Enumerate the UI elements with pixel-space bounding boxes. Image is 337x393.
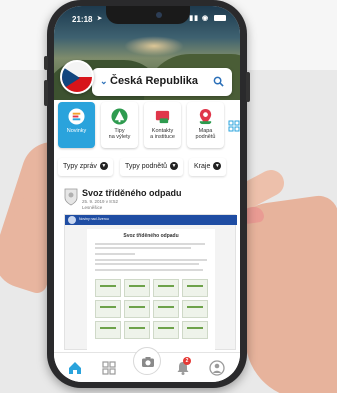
calendar-month [95,279,121,297]
filter-label: Typy podnětů [125,162,168,170]
region-selector[interactable]: ⌄ Česká Republika [92,68,232,96]
phone-screen: 21:18 ➤ ▮▮ ◉ ⌄ Česká Republika Novinky T… [54,6,240,382]
chevron-down-icon: ▼ [213,162,222,170]
post-author: Lesněšice [82,205,103,210]
category-trips[interactable]: Tipy na výlety [101,102,138,148]
category-label: Tipy na výlety [101,128,138,140]
calendar-month [182,279,208,297]
home-icon[interactable] [66,359,84,377]
location-arrow-icon: ➤ [97,16,103,22]
calendar-month [124,300,150,318]
camera-icon [142,357,154,367]
front-camera [156,12,162,18]
chevron-down-icon: ▼ [99,162,108,170]
filter-suggestion-types[interactable]: Typy podnětů ▼ [120,158,184,176]
category-tiles: Novinky Tipy na výlety Kontakty a instit… [58,102,240,148]
doc-page: Svoz tříděného odpadu [87,229,215,351]
filter-message-types[interactable]: Typy zpráv ▼ [58,158,113,176]
calendar-month [182,321,208,339]
calendar-month [182,300,208,318]
battery-icon [214,15,226,22]
calendar-month [95,300,121,318]
doc-text-line [95,269,203,271]
doc-calendar-grid [95,279,208,339]
calendar-month [124,321,150,339]
calendar-month [153,321,179,339]
contacts-icon [155,110,170,124]
post-meta: 25. 9. 2019 v 8:52 Lesněšice [82,199,118,211]
trip-icon [111,108,128,125]
status-icons: ▮▮ ◉ [189,14,226,22]
category-label-line: na výlety [108,134,131,140]
status-time: 21:18 [72,15,93,24]
region-name: Česká Republika [110,75,199,87]
more-categories-grid-icon[interactable] [228,120,240,132]
category-label: Mapa podnětů [187,128,224,140]
phone-frame: 21:18 ➤ ▮▮ ◉ ⌄ Česká Republika Novinky T… [44,0,250,388]
filter-label: Kraje [194,162,211,170]
phone-mute-switch [44,56,48,70]
filter-label: Typy zpráv [63,162,97,170]
notifications-button[interactable]: 2 [174,357,192,377]
search-icon[interactable] [213,76,224,87]
phone-volume-button [44,80,48,106]
camera-button[interactable] [133,347,161,375]
phone-notch [106,6,190,24]
calendar-month [153,279,179,297]
doc-text-line [95,253,135,255]
doc-logo-icon [68,216,76,224]
map-pin-icon [199,108,212,125]
calendar-month [124,279,150,297]
bottom-navigation: 2 [54,347,240,382]
profile-icon[interactable] [208,359,226,377]
post-attachment-preview[interactable]: Noviny nad Jizerou Svoz tříděného odpadu [64,214,237,351]
category-map[interactable]: Mapa podnětů [187,102,224,148]
category-label: Novinky [58,128,95,134]
grid-icon[interactable] [100,359,118,377]
doc-text-line [95,259,207,261]
doc-text-line [95,243,205,245]
chevron-down-icon: ▼ [170,162,179,170]
czech-flag-avatar[interactable] [60,60,94,94]
wifi-icon: ◉ [201,15,210,22]
category-contacts[interactable]: Kontakty a instituce [144,102,181,148]
news-post-card[interactable]: Svoz tříděného odpadu 25. 9. 2019 v 8:52… [58,184,238,352]
news-icon [68,108,85,125]
doc-text-line [95,247,191,249]
filter-regions[interactable]: Kraje ▼ [189,158,227,176]
doc-text-line [95,263,199,265]
filter-bar: Typy zpráv ▼ Typy podnětů ▼ Kraje ▼ [58,156,240,178]
category-label: Kontakty a instituce [144,128,181,140]
doc-title: Svoz tříděného odpadu [123,233,179,239]
notifications-badge: 2 [183,357,191,365]
category-label-line: Novinky [66,128,87,134]
calendar-month [153,300,179,318]
category-label-line: a instituce [150,134,175,140]
municipality-crest-icon [64,188,78,206]
signal-icon: ▮▮ [189,15,199,22]
chevron-down-icon: ⌄ [100,76,108,86]
category-label-line: podnětů [195,134,216,140]
calendar-month [95,321,121,339]
sunlight [124,36,184,56]
doc-header-title: Noviny nad Jizerou [79,217,109,221]
category-news[interactable]: Novinky [58,102,95,148]
post-title: Svoz tříděného odpadu [82,188,182,198]
phone-side-button [246,72,250,102]
